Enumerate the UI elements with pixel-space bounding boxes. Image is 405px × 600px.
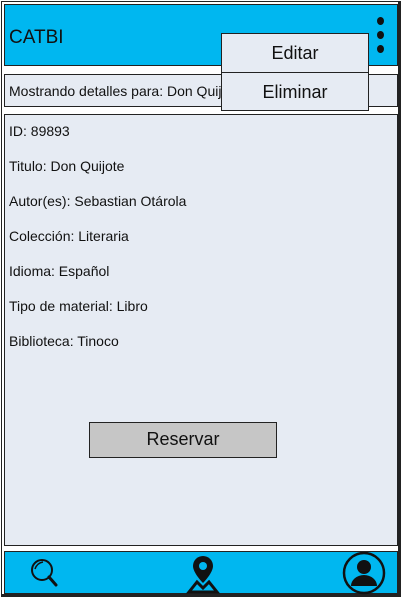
options-dropdown: Editar Eliminar xyxy=(221,33,369,111)
field-authors: Autor(es): Sebastian Otárola xyxy=(9,193,187,209)
book-details-panel: ID: 89893 Titulo: Don Quijote Autor(es):… xyxy=(4,114,398,546)
field-id: ID: 89893 xyxy=(9,123,70,139)
menu-item-delete[interactable]: Eliminar xyxy=(222,72,368,111)
field-language: Idioma: Español xyxy=(9,263,110,279)
menu-item-edit[interactable]: Editar xyxy=(222,34,368,72)
app-title: CATBI xyxy=(9,27,64,48)
field-collection: Colección: Literaria xyxy=(9,228,129,244)
field-title: Titulo: Don Quijote xyxy=(9,158,125,174)
kebab-menu-icon[interactable] xyxy=(375,17,387,53)
map-pin-icon[interactable] xyxy=(183,552,223,595)
reserve-button[interactable]: Reservar xyxy=(89,422,277,458)
search-icon[interactable] xyxy=(25,552,65,595)
user-profile-icon[interactable] xyxy=(341,551,387,595)
field-material-type: Tipo de material: Libro xyxy=(9,298,148,314)
field-library: Biblioteca: Tinoco xyxy=(9,333,119,349)
bottom-nav xyxy=(4,551,398,595)
